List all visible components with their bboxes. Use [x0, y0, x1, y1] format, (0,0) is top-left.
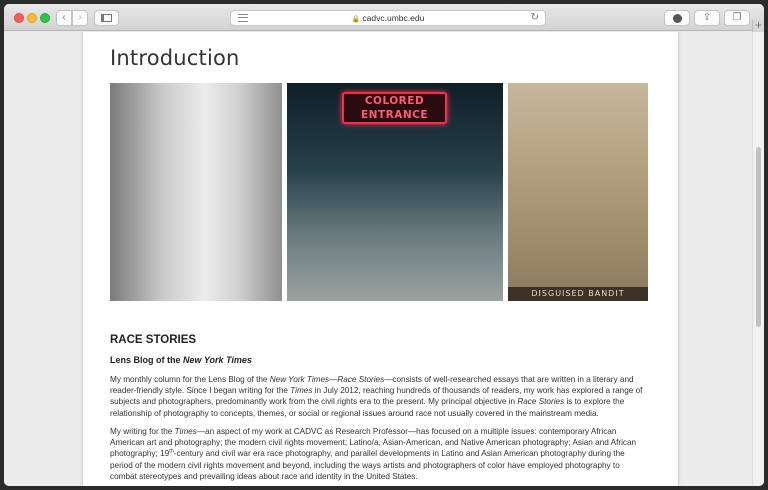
share-button[interactable]: ⇪: [694, 10, 720, 26]
p2-a: My writing for the: [110, 427, 175, 436]
p1-f: Race Stories: [517, 397, 565, 407]
url-text-wrap: 🔒 cadvc.umbc.edu: [231, 11, 545, 27]
forward-icon: ›: [78, 12, 82, 23]
subtitle-prefix: Lens Blog of the: [110, 355, 183, 365]
tabs-overview-button[interactable]: ❐: [724, 10, 750, 26]
photo-caption: DISGUISED BANDIT: [508, 287, 648, 301]
paragraph-1: My monthly column for the Lens Blog of t…: [110, 374, 645, 419]
p2-e: -century and civil war era race photogra…: [110, 449, 625, 481]
p2-b: Times: [174, 427, 197, 436]
zoom-window-button[interactable]: [40, 13, 50, 23]
url-text: cadvc.umbc.edu: [362, 13, 425, 23]
lock-icon: 🔒: [351, 16, 361, 23]
new-tab-icon[interactable]: +: [752, 19, 764, 32]
page-viewport: Introduction COLORED ENTRANCE DISGUISED …: [4, 32, 764, 486]
p1-b: New York Times—Race Stories: [269, 375, 385, 384]
share-icon: ⇪: [702, 12, 712, 23]
close-window-button[interactable]: [14, 13, 24, 23]
page-title: Introduction: [110, 46, 240, 70]
back-icon: ‹: [62, 12, 66, 23]
sign-line-2: ENTRANCE: [361, 109, 428, 121]
section-subtitle: Lens Blog of the New York Times: [110, 355, 252, 365]
paragraph-2: My writing for the Times—an aspect of my…: [110, 426, 645, 482]
minimize-window-button[interactable]: [27, 13, 37, 23]
subtitle-publication: New York Times: [183, 355, 252, 365]
p1-d: Times: [290, 386, 313, 396]
neon-sign: COLORED ENTRANCE: [342, 92, 447, 124]
forward-button[interactable]: ›: [72, 10, 88, 26]
back-button[interactable]: ‹: [56, 10, 72, 26]
tabs-icon: ❐: [732, 12, 742, 23]
downloads-button[interactable]: [664, 10, 690, 26]
photo-disguised-bandit: DISGUISED BANDIT: [508, 83, 648, 301]
sign-line-1: COLORED: [364, 95, 425, 107]
downloads-icon: [672, 14, 682, 23]
page-content: Introduction COLORED ENTRANCE DISGUISED …: [83, 32, 678, 486]
sidebar-button[interactable]: [94, 10, 119, 26]
section-title: RACE STORIES: [110, 334, 197, 346]
browser-toolbar: ‹ › 🔒 cadvc.umbc.edu ↻ ⇪ ❐ +: [4, 4, 764, 32]
p1-a: My monthly column for the Lens Blog of t…: [110, 375, 270, 384]
photo-colored-entrance: COLORED ENTRANCE: [287, 83, 503, 301]
address-bar[interactable]: 🔒 cadvc.umbc.edu ↻: [230, 10, 546, 26]
sidebar-icon: [101, 14, 112, 22]
vertical-scrollbar[interactable]: [752, 32, 764, 486]
reload-icon[interactable]: ↻: [531, 12, 539, 23]
photo-fitting-dress: [110, 83, 282, 301]
browser-window: ‹ › 🔒 cadvc.umbc.edu ↻ ⇪ ❐ + Introduction…: [4, 4, 764, 486]
scrollbar-thumb[interactable]: [756, 147, 761, 327]
